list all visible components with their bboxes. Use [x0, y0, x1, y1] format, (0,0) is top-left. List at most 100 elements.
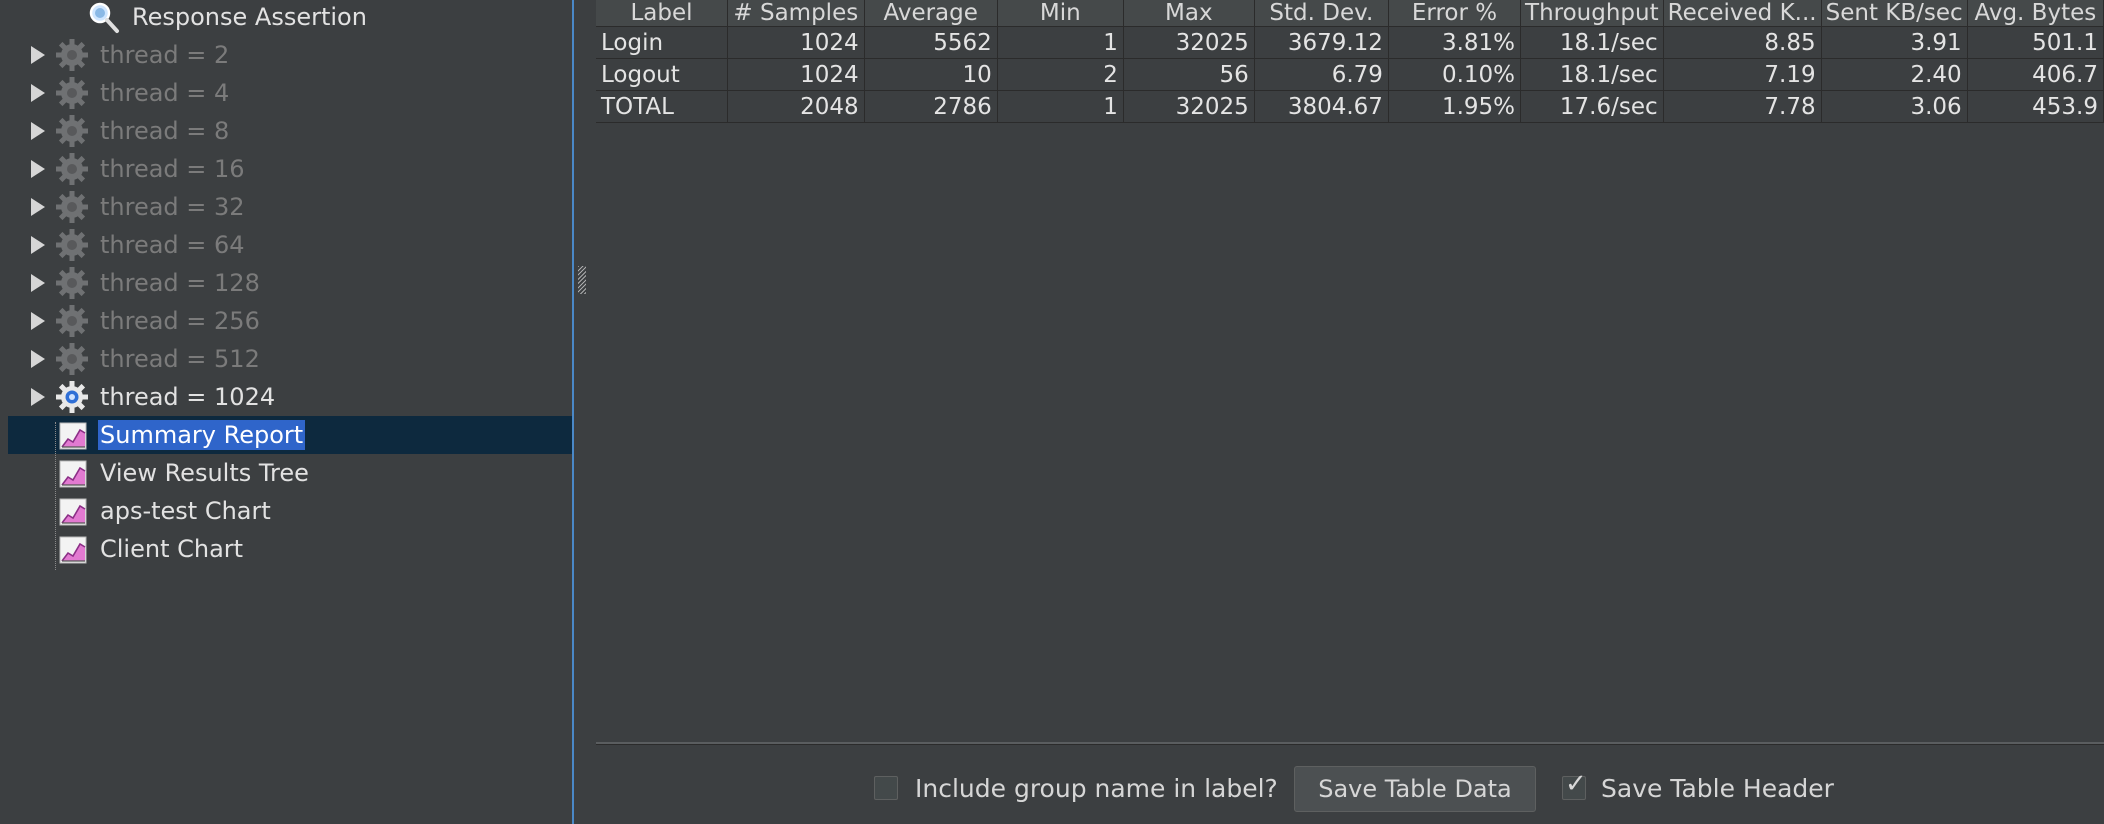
thread-group-gear-icon	[55, 228, 89, 262]
table-cell: 8.85	[1663, 26, 1822, 59]
tree-item-listener[interactable]: Client Chart	[0, 530, 572, 568]
expand-arrow-icon[interactable]	[31, 312, 45, 330]
table-cell: 7.19	[1663, 58, 1822, 91]
tree-item-label: thread = 1024	[100, 383, 276, 411]
magnifier-icon	[86, 0, 120, 34]
table-cell: 406.7	[1967, 58, 2104, 91]
listener-chart-icon	[58, 459, 88, 489]
table-cell: 18.1/sec	[1520, 58, 1664, 91]
expand-arrow-icon[interactable]	[31, 350, 45, 368]
tree-item-thread-group[interactable]: thread = 16	[0, 150, 572, 188]
thread-group-gear-icon	[55, 152, 89, 186]
tree-guide-line	[55, 422, 56, 570]
column-header[interactable]: Error %	[1388, 0, 1522, 27]
include-group-name-label[interactable]: Include group name in label?	[915, 774, 1278, 803]
table-row[interactable]: Login 1024 5562 1 32025 3679.12 3.81% 18…	[596, 26, 2104, 59]
report-options-bar: Include group name in label? Save Table …	[596, 746, 2104, 824]
column-header[interactable]: Std. Dev.	[1254, 0, 1389, 27]
thread-group-gear-icon	[55, 76, 89, 110]
column-header[interactable]: Max	[1123, 0, 1255, 27]
tree-item-label: thread = 8	[100, 117, 230, 145]
column-header[interactable]: Sent KB/sec	[1821, 0, 1968, 27]
tree-item-thread-group[interactable]: thread = 64	[0, 226, 572, 264]
thread-group-gear-icon	[55, 304, 89, 338]
tree-item-thread-group[interactable]: thread = 128	[0, 264, 572, 302]
table-cell: 1.95%	[1388, 90, 1522, 123]
tree-item-thread-group[interactable]: thread = 512	[0, 340, 572, 378]
expand-arrow-icon[interactable]	[31, 198, 45, 216]
table-header-row: Label # Samples Average Min Max Std. Dev…	[596, 0, 2104, 27]
table-cell: 2.40	[1821, 58, 1968, 91]
column-header[interactable]: Label	[596, 0, 728, 27]
table-cell: Login	[596, 26, 728, 59]
column-header[interactable]: Avg. Bytes	[1967, 0, 2104, 27]
splitter-grip-icon[interactable]	[578, 266, 586, 294]
table-cell: 3.91	[1821, 26, 1968, 59]
save-table-header-label[interactable]: Save Table Header	[1601, 774, 1834, 803]
thread-group-gear-icon	[55, 380, 89, 414]
table-cell: 32025	[1123, 26, 1255, 59]
tree-item-thread-group[interactable]: thread = 256	[0, 302, 572, 340]
table-cell: 1	[997, 26, 1124, 59]
expand-arrow-icon[interactable]	[31, 84, 45, 102]
listener-chart-icon	[58, 535, 88, 565]
table-cell: 5562	[864, 26, 998, 59]
tree-item-label: aps-test Chart	[100, 497, 271, 525]
table-cell: 10	[864, 58, 998, 91]
tree-item-label: Response Assertion	[132, 3, 367, 31]
table-cell: Logout	[596, 58, 728, 91]
expand-arrow-icon[interactable]	[31, 122, 45, 140]
tree-item-listener[interactable]: Summary Report	[8, 416, 572, 454]
table-cell: 2786	[864, 90, 998, 123]
summary-report-table-area: Label # Samples Average Min Max Std. Dev…	[596, 0, 2104, 745]
tree-item-label: thread = 128	[100, 269, 260, 297]
tree-item-label: Client Chart	[100, 535, 244, 563]
table-row[interactable]: TOTAL 2048 2786 1 32025 3804.67 1.95% 17…	[596, 90, 2104, 123]
table-bottom-divider	[596, 742, 2104, 744]
panel-splitter[interactable]	[574, 0, 592, 824]
table-cell: 1024	[727, 26, 865, 59]
table-cell: TOTAL	[596, 90, 728, 123]
tree-item-response-assertion[interactable]: Response Assertion	[0, 0, 572, 36]
table-cell: 501.1	[1967, 26, 2104, 59]
tree-item-label: thread = 64	[100, 231, 245, 259]
table-cell: 2048	[727, 90, 865, 123]
tree-item-listener[interactable]: aps-test Chart	[0, 492, 572, 530]
thread-group-gear-icon	[55, 342, 89, 376]
table-cell: 1	[997, 90, 1124, 123]
tree-item-thread-group[interactable]: thread = 2	[0, 36, 572, 74]
expand-arrow-icon[interactable]	[31, 236, 45, 254]
column-header[interactable]: Min	[997, 0, 1124, 27]
table-cell: 7.78	[1663, 90, 1822, 123]
tree-item-label: thread = 16	[100, 155, 245, 183]
expand-arrow-icon[interactable]	[31, 274, 45, 292]
expand-arrow-icon[interactable]	[31, 388, 45, 406]
expand-arrow-icon[interactable]	[31, 46, 45, 64]
save-table-header-checkbox[interactable]: ✓	[1562, 771, 1587, 800]
tree-item-label: thread = 32	[100, 193, 245, 221]
checkmark-icon: ✓	[1565, 769, 1587, 799]
table-row[interactable]: Logout 1024 10 2 56 6.79 0.10% 18.1/sec …	[596, 58, 2104, 91]
tree-item-label: thread = 4	[100, 79, 230, 107]
tree-item-label: View Results Tree	[100, 459, 309, 487]
summary-table: Label # Samples Average Min Max Std. Dev…	[596, 0, 2104, 123]
tree-item-thread-group[interactable]: thread = 8	[0, 112, 572, 150]
table-cell: 3.81%	[1388, 26, 1522, 59]
test-plan-tree: Response Assertion thread = 2 thread = 4 t…	[0, 0, 572, 824]
column-header[interactable]: Throughput	[1520, 0, 1664, 27]
tree-item-label: thread = 256	[100, 307, 260, 335]
column-header[interactable]: Received K...	[1663, 0, 1822, 27]
include-group-name-checkbox[interactable]	[874, 776, 898, 800]
table-cell: 2	[997, 58, 1124, 91]
column-header[interactable]: # Samples	[727, 0, 865, 27]
tree-item-label: thread = 2	[100, 41, 230, 69]
save-table-data-button[interactable]: Save Table Data	[1294, 766, 1536, 812]
tree-item-thread-group[interactable]: thread = 1024	[0, 378, 572, 416]
table-cell: 6.79	[1254, 58, 1389, 91]
column-header[interactable]: Average	[864, 0, 998, 27]
thread-group-gear-icon	[55, 266, 89, 300]
tree-item-listener[interactable]: View Results Tree	[0, 454, 572, 492]
tree-item-thread-group[interactable]: thread = 32	[0, 188, 572, 226]
tree-item-thread-group[interactable]: thread = 4	[0, 74, 572, 112]
expand-arrow-icon[interactable]	[31, 160, 45, 178]
